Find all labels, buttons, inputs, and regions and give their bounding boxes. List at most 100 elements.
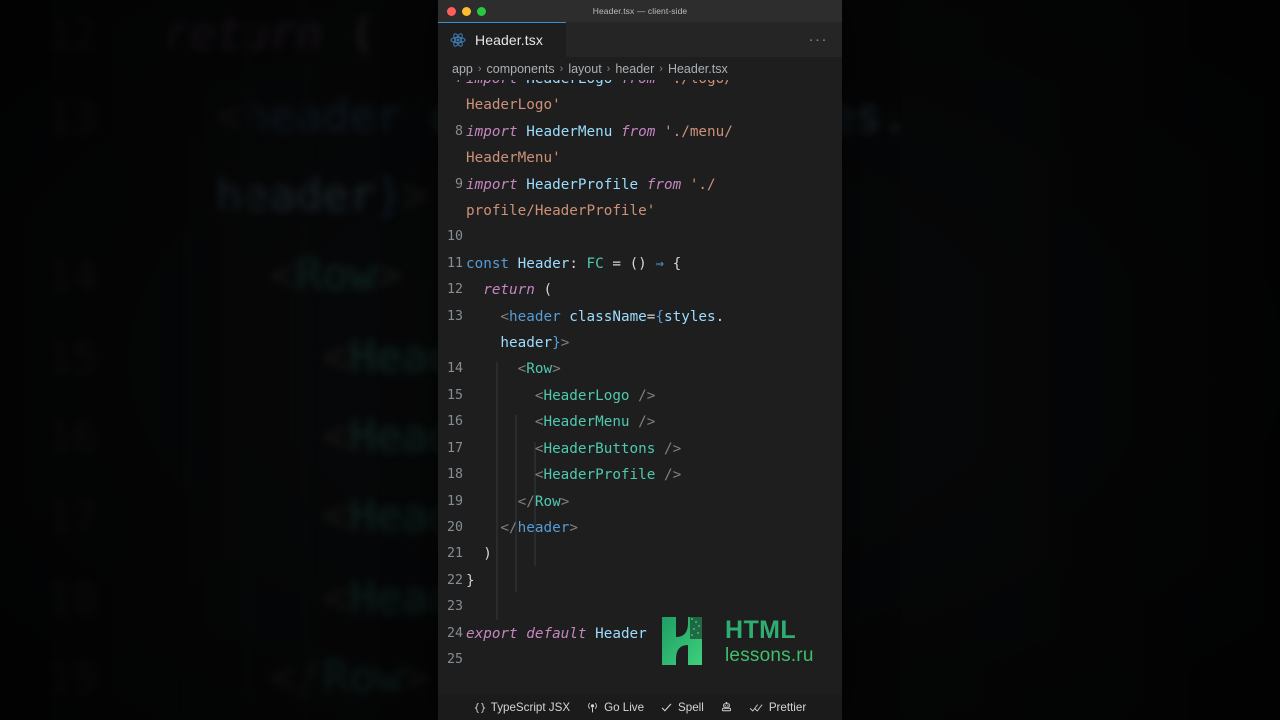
code-line[interactable]: 15 <HeaderLogo /> <box>438 383 842 409</box>
breadcrumb[interactable]: app › components › layout › header › Header.tsx <box>438 57 842 80</box>
code-token: HeaderButtons <box>543 440 656 457</box>
code-token: header <box>109 173 376 223</box>
code-token: HeaderLogo <box>543 387 630 404</box>
code-token: < <box>466 387 544 404</box>
code-token: './logo/ <box>664 80 733 87</box>
status-item-prettier[interactable]: Prettier <box>749 701 806 714</box>
breadcrumb-item-components[interactable]: components <box>487 62 555 76</box>
code-token: const <box>466 255 518 272</box>
logo-title: HTML <box>725 615 797 644</box>
line-number: 10 <box>446 229 463 245</box>
code-token: return <box>162 12 323 62</box>
code-line-text: } <box>466 568 842 594</box>
code-token: FC <box>586 255 604 272</box>
code-token: ( <box>322 12 376 62</box>
code-token: < <box>109 495 349 545</box>
code-line-text: profile/HeaderProfile' <box>466 198 842 224</box>
breadcrumb-item-header[interactable]: header <box>615 62 654 76</box>
tab-more-actions-button[interactable]: ··· <box>809 22 843 57</box>
code-token: < <box>109 576 349 625</box>
tab-header-tsx[interactable]: Header.tsx <box>438 22 566 57</box>
code-token: < <box>466 361 527 378</box>
code-token: </ <box>466 519 518 536</box>
code-line-text: <HeaderLogo /> <box>466 383 842 409</box>
window-controls[interactable] <box>438 6 486 16</box>
robot-icon <box>720 701 733 714</box>
code-token: HeaderProfile <box>526 176 639 193</box>
code-token: header <box>466 335 553 352</box>
code-editor[interactable]: 7import HeaderLogo from './logo/HeaderLo… <box>438 80 842 694</box>
code-token: < <box>109 254 296 303</box>
code-token: Header <box>595 625 647 642</box>
code-line-text: import HeaderLogo from './logo/ <box>466 80 842 92</box>
code-token: Row <box>526 361 553 378</box>
status-item-label: Prettier <box>768 701 807 714</box>
code-token: import <box>466 123 527 140</box>
code-line-text: const Header: FC = () ⇒ { <box>466 251 842 277</box>
code-line[interactable]: 7import HeaderLogo from './logo/ <box>438 80 842 92</box>
code-token: ( <box>534 282 553 299</box>
code-token: { <box>655 308 664 325</box>
code-line-wrapped[interactable]: header}> <box>438 330 842 356</box>
code-line[interactable]: 8 import HeaderMenu from './menu/ <box>438 119 842 145</box>
code-line[interactable]: 22} <box>438 568 842 594</box>
code-line[interactable]: 18 <HeaderProfile /> <box>438 462 842 488</box>
code-token: /> <box>629 387 656 404</box>
code-line[interactable]: 12 return ( <box>438 277 842 303</box>
braces-icon <box>474 702 486 714</box>
code-line[interactable]: 17 <HeaderButtons /> <box>438 436 842 462</box>
code-token: from <box>638 176 690 193</box>
code-token: . <box>881 93 909 142</box>
code-line-wrapped[interactable]: HeaderMenu' <box>438 145 842 171</box>
window-title: Header.tsx — client-side <box>592 6 688 16</box>
code-token: return <box>483 282 535 299</box>
code-line[interactable]: 19 </Row> <box>438 489 842 515</box>
double-check-icon <box>749 702 764 714</box>
code-token: < <box>466 308 510 325</box>
code-token: './menu/ <box>664 123 733 140</box>
close-button[interactable] <box>447 6 456 16</box>
status-item-label: Spell <box>678 701 704 714</box>
code-line-wrapped[interactable]: HeaderLogo' <box>438 92 842 118</box>
status-item-robot[interactable] <box>720 701 733 714</box>
code-line[interactable]: 16 <HeaderMenu /> <box>438 409 842 435</box>
code-line-text: HeaderMenu' <box>466 145 842 171</box>
code-line-text: <header className={styles. <box>466 304 842 330</box>
status-item-go-live[interactable]: Go Live <box>586 701 644 714</box>
code-line[interactable]: 13 <header className={styles. <box>438 304 842 330</box>
code-token: styles <box>664 308 716 325</box>
code-line[interactable]: 11 const Header: FC = () ⇒ { <box>438 251 842 277</box>
logo-subtitle: lessons.ru <box>725 644 814 666</box>
code-token: < <box>109 415 349 464</box>
code-token: { <box>664 255 682 272</box>
code-token: > <box>552 361 561 378</box>
status-item-typescript-jsx[interactable]: TypeScript JSX <box>474 701 570 714</box>
code-token: Header <box>517 255 570 272</box>
code-content[interactable]: 7import HeaderLogo from './logo/HeaderLo… <box>438 80 842 673</box>
code-token: . <box>715 308 725 325</box>
html-lessons-logo: HTML lessons.ru <box>660 615 814 667</box>
breadcrumb-item-app[interactable]: app <box>452 62 473 76</box>
code-token: HeaderMenu <box>526 123 613 140</box>
code-line-text: HeaderLogo' <box>466 92 842 118</box>
code-line[interactable]: 9 import HeaderProfile from './ <box>438 172 842 198</box>
zoom-button[interactable] <box>477 6 486 16</box>
code-token: /> <box>655 467 682 484</box>
code-line[interactable]: 20 </header> <box>438 515 842 541</box>
code-token: > <box>560 493 570 510</box>
code-line[interactable]: 14 <Row> <box>438 356 842 382</box>
check-icon <box>660 701 673 714</box>
breadcrumb-separator: › <box>659 62 663 75</box>
code-token: Row <box>534 493 561 510</box>
code-line-wrapped[interactable]: profile/HeaderProfile' <box>438 198 842 224</box>
status-item-spell[interactable]: Spell <box>660 701 704 714</box>
minimize-button[interactable] <box>462 6 471 16</box>
code-token: : <box>569 255 587 272</box>
breadcrumb-item-layout[interactable]: layout <box>568 62 601 76</box>
breadcrumb-separator: › <box>477 62 482 75</box>
code-token: </ <box>109 656 323 706</box>
breadcrumb-item-header-tsx[interactable]: Header.tsx <box>668 62 728 76</box>
code-token: className <box>560 308 647 325</box>
code-line[interactable]: 21 ) <box>438 541 842 567</box>
code-line[interactable]: 10 <box>438 224 842 250</box>
